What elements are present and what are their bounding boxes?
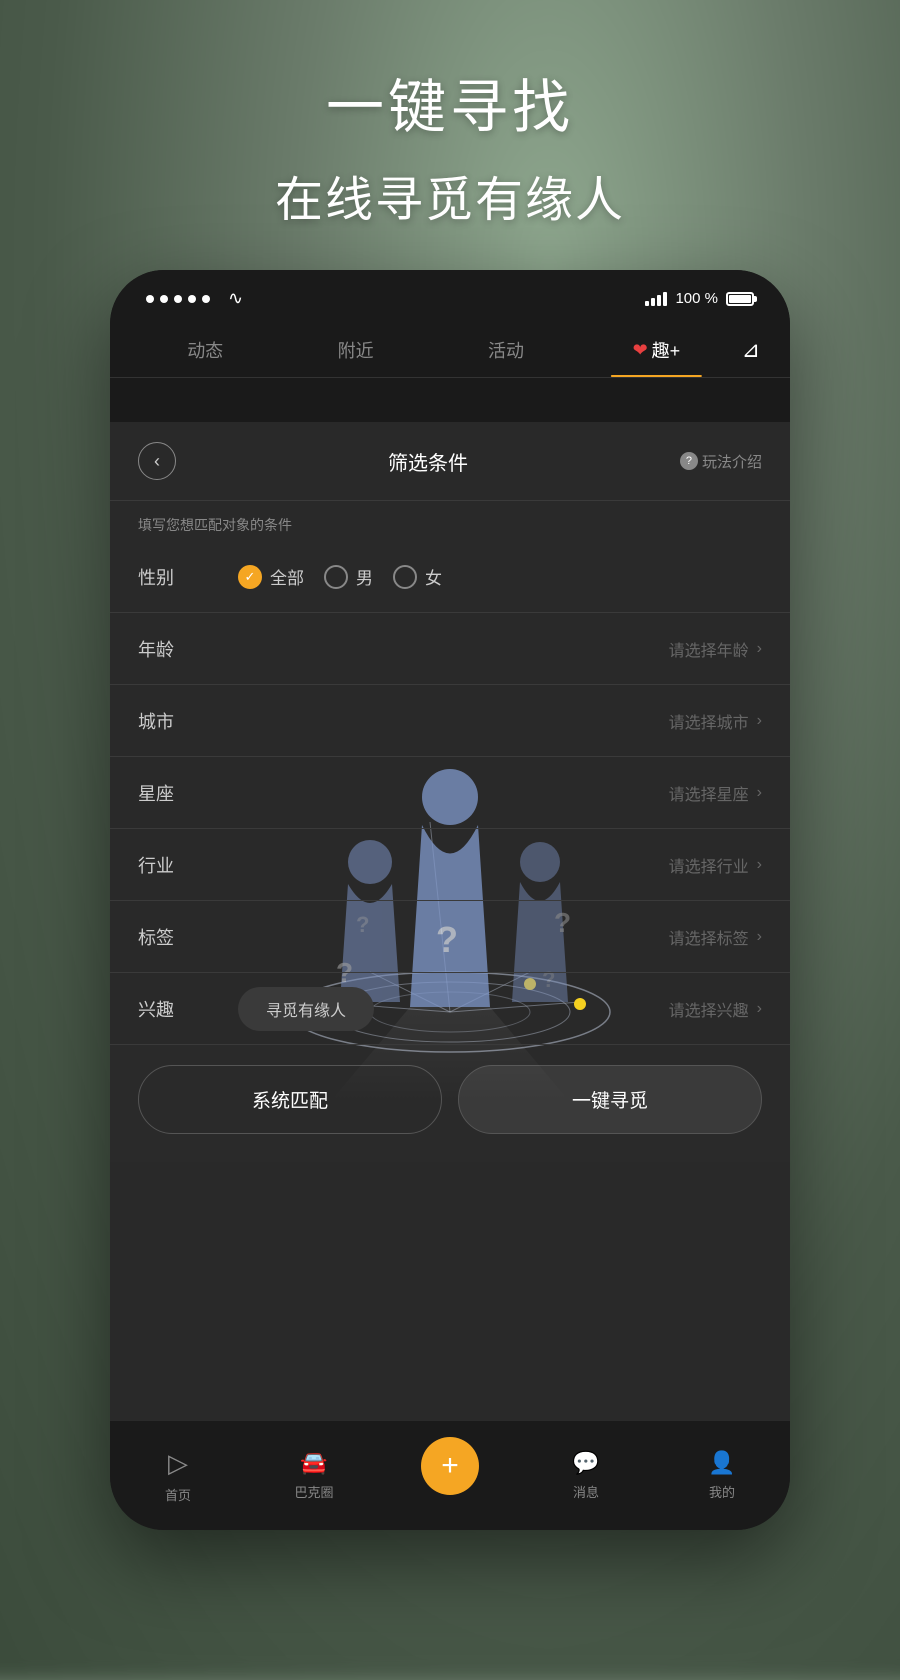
- industry-value-area: 请选择行业 ›: [669, 853, 762, 877]
- filter-button[interactable]: ⊿: [732, 327, 770, 377]
- cellular-icon: [645, 292, 667, 306]
- tab-dongtai[interactable]: 动态: [130, 327, 280, 377]
- headline-line2: 在线寻觅有缘人: [0, 160, 900, 230]
- heart-icon: ❤: [633, 340, 648, 361]
- home-icon: ▷: [168, 1448, 188, 1479]
- phone-frame: ∿ 100 % 动态 附近 活动 ❤ 趣: [110, 270, 790, 1530]
- gender-option-male[interactable]: 男: [324, 564, 373, 589]
- help-label: 玩法介绍: [702, 451, 762, 472]
- help-icon: ?: [680, 452, 698, 470]
- mine-label: 我的: [709, 1482, 735, 1501]
- interest-placeholder: 请选择兴趣: [669, 997, 749, 1021]
- signal-dots: [146, 295, 210, 303]
- modal-header: ‹ 筛选条件 ? 玩法介绍: [110, 422, 790, 501]
- gender-option-all[interactable]: 全部: [238, 564, 304, 589]
- bottom-nav: ▷ 首页 🚘 巴克圈 + 💬 消息 👤 我的: [110, 1420, 790, 1530]
- filter-row-tags[interactable]: 标签 请选择标签 ›: [110, 901, 790, 973]
- filter-label-city: 城市: [138, 708, 218, 734]
- status-right: 100 %: [645, 290, 754, 307]
- message-icon: 💬: [572, 1450, 599, 1476]
- interest-chevron: ›: [757, 1000, 762, 1018]
- home-label: 首页: [165, 1485, 191, 1504]
- filter-label-gender: 性别: [138, 564, 218, 590]
- age-placeholder: 请选择年龄: [669, 637, 749, 661]
- top-text-area: 一键寻找 在线寻觅有缘人: [0, 0, 900, 230]
- bottom-nav-bakuquan[interactable]: 🚘 巴克圈: [246, 1450, 382, 1501]
- radio-all-label: 全部: [270, 564, 304, 589]
- filter-row-city[interactable]: 城市 请选择城市 ›: [110, 685, 790, 757]
- filter-row-interest[interactable]: 兴趣 寻觅有缘人 请选择兴趣 ›: [110, 973, 790, 1045]
- tab-qu[interactable]: ❤ 趣+: [581, 327, 731, 377]
- radio-male[interactable]: [324, 565, 348, 589]
- age-chevron: ›: [757, 640, 762, 658]
- modal-panel: ‹ 筛选条件 ? 玩法介绍 填写您想匹配对象的条件 性别 全部: [110, 422, 790, 1530]
- filter-row-zodiac[interactable]: 星座 请选择星座 ›: [110, 757, 790, 829]
- help-link[interactable]: ? 玩法介绍: [680, 451, 762, 472]
- city-value-area: 请选择城市 ›: [669, 709, 762, 733]
- filter-label-industry: 行业: [138, 852, 218, 878]
- industry-chevron: ›: [757, 856, 762, 874]
- bakuquan-label: 巴克圈: [294, 1482, 333, 1501]
- filter-label-age: 年龄: [138, 636, 218, 662]
- modal-title: 筛选条件: [388, 447, 468, 476]
- add-icon: +: [441, 1449, 459, 1483]
- wifi-icon: ∿: [228, 288, 243, 309]
- mine-icon: 👤: [708, 1450, 735, 1476]
- gender-option-female[interactable]: 女: [393, 564, 442, 589]
- filter-label-tags: 标签: [138, 924, 218, 950]
- filter-row-gender: 性别 全部 男 女: [110, 541, 790, 613]
- industry-placeholder: 请选择行业: [669, 853, 749, 877]
- radio-female-label: 女: [425, 564, 442, 589]
- battery-icon: [726, 292, 754, 306]
- tab-huodong[interactable]: 活动: [431, 327, 581, 377]
- zodiac-chevron: ›: [757, 784, 762, 802]
- system-match-button[interactable]: 系统匹配: [138, 1065, 442, 1134]
- filter-label-zodiac: 星座: [138, 780, 218, 806]
- zodiac-placeholder: 请选择星座: [669, 781, 749, 805]
- radio-male-label: 男: [356, 564, 373, 589]
- back-button[interactable]: ‹: [138, 442, 176, 480]
- radio-female[interactable]: [393, 565, 417, 589]
- tags-value-area: 请选择标签 ›: [669, 925, 762, 949]
- bottom-buttons: 系统匹配 一键寻觅: [110, 1045, 790, 1162]
- tags-placeholder: 请选择标签: [669, 925, 749, 949]
- zodiac-value-area: 请选择星座 ›: [669, 781, 762, 805]
- interest-value-area: 请选择兴趣 ›: [669, 997, 762, 1021]
- status-bar: ∿ 100 %: [110, 270, 790, 319]
- interest-badge[interactable]: 寻觅有缘人: [238, 987, 374, 1031]
- city-placeholder: 请选择城市: [669, 709, 749, 733]
- headline-line1: 一键寻找: [0, 60, 900, 144]
- filter-label-interest: 兴趣: [138, 996, 218, 1022]
- tab-fujin[interactable]: 附近: [280, 327, 430, 377]
- gender-options: 全部 男 女: [238, 564, 442, 589]
- bottom-nav-message[interactable]: 💬 消息: [518, 1450, 654, 1501]
- bottom-nav-mine[interactable]: 👤 我的: [654, 1450, 790, 1501]
- filter-rows: 性别 全部 男 女 年: [110, 541, 790, 1045]
- bottom-nav-home[interactable]: ▷ 首页: [110, 1448, 246, 1504]
- filter-row-industry[interactable]: 行业 请选择行业 ›: [110, 829, 790, 901]
- radio-all[interactable]: [238, 565, 262, 589]
- add-button[interactable]: +: [421, 1437, 479, 1495]
- modal-subtitle: 填写您想匹配对象的条件: [110, 501, 790, 541]
- nav-tabs: 动态 附近 活动 ❤ 趣+ ⊿: [110, 319, 790, 378]
- battery-percentage: 100 %: [675, 290, 718, 307]
- filter-row-age[interactable]: 年龄 请选择年龄 ›: [110, 613, 790, 685]
- message-label: 消息: [573, 1482, 599, 1501]
- age-value-area: 请选择年龄 ›: [669, 637, 762, 661]
- bakuquan-icon: 🚘: [300, 1450, 327, 1476]
- tags-chevron: ›: [757, 928, 762, 946]
- city-chevron: ›: [757, 712, 762, 730]
- bottom-nav-add[interactable]: +: [382, 1437, 518, 1515]
- one-key-button[interactable]: 一键寻觅: [458, 1065, 762, 1134]
